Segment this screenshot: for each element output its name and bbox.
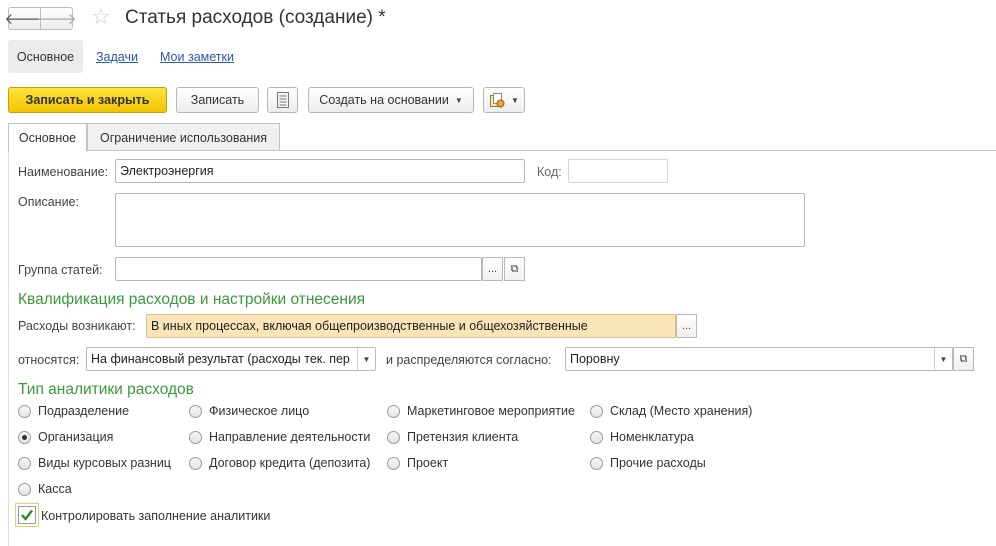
radio-button-icon (18, 404, 31, 418)
radio-button-icon (18, 482, 31, 496)
radio-button-icon (590, 430, 603, 444)
panel-border (8, 150, 9, 546)
control-label: Контролировать заполнение аналитики (41, 509, 271, 523)
favorite-star-icon[interactable]: ☆ (91, 4, 111, 30)
radio-label: Физическое лицо (209, 404, 310, 418)
analytics-radio-option[interactable]: Проект (387, 456, 448, 470)
control-checkbox[interactable] (18, 506, 36, 524)
tab-main[interactable]: Основное (8, 123, 87, 152)
radio-label: Склад (Место хранения) (610, 404, 753, 418)
forward-button[interactable]: 🡒 (36, 7, 77, 30)
radio-button-icon (18, 430, 31, 444)
save-and-close-button[interactable]: Записать и закрыть (8, 87, 167, 113)
radio-button-icon (387, 404, 400, 418)
radio-label: Организация (38, 430, 114, 444)
analytics-title: Тип аналитики расходов (18, 381, 194, 398)
distributed-select[interactable]: Поровну (565, 347, 953, 371)
chevron-down-icon[interactable]: ▼ (934, 348, 952, 370)
radio-button-icon (387, 430, 400, 444)
chevron-down-icon: ▼ (454, 95, 463, 105)
radio-label: Подразделение (38, 404, 130, 418)
radio-label: Касса (38, 482, 72, 496)
create-based-on-label: Создать на основании (319, 93, 449, 107)
report-button[interactable] (267, 87, 298, 113)
expenses-arise-select-button[interactable]: ... (676, 314, 697, 338)
radio-label: Направление деятельности (209, 430, 371, 444)
radio-label: Прочие расходы (610, 456, 706, 470)
relates-label: относятся: (18, 353, 80, 367)
print-document-icon (490, 93, 505, 108)
analytics-radio-option[interactable]: Подразделение (18, 404, 129, 418)
distributed-open-button[interactable]: ⧉ (953, 347, 974, 371)
section-notes-link[interactable]: Мои заметки (160, 50, 234, 64)
chevron-down-icon: ▼ (511, 95, 519, 105)
expenses-arise-field[interactable]: В иных процессах, включая общепроизводст… (146, 314, 676, 338)
radio-button-icon (387, 456, 400, 470)
analytics-radio-option[interactable]: Направление деятельности (189, 430, 370, 444)
description-label: Описание: (18, 195, 79, 209)
section-main[interactable]: Основное (8, 40, 83, 73)
radio-label: Договор кредита (депозита) (209, 456, 371, 470)
expenses-arise-label: Расходы возникают: (18, 319, 136, 333)
tab-divider (8, 150, 996, 151)
radio-button-icon (590, 456, 603, 470)
analytics-radio-option[interactable]: Претензия клиента (387, 430, 518, 444)
relates-select[interactable]: На финансовый результат (расходы тек. пе… (86, 347, 376, 371)
page-title: Статья расходов (создание) * (125, 7, 386, 28)
radio-label: Проект (407, 456, 449, 470)
save-button[interactable]: Записать (176, 87, 259, 113)
analytics-radio-option[interactable]: Номенклатура (590, 430, 694, 444)
create-based-on-button[interactable]: Создать на основании ▼ (308, 87, 474, 113)
tab-restriction[interactable]: Ограничение использования (87, 123, 280, 151)
open-window-icon: ⧉ (510, 262, 519, 275)
ellipsis-icon: ... (487, 263, 498, 275)
analytics-radio-option[interactable]: Маркетинговое мероприятие (387, 404, 575, 418)
radio-button-icon (189, 430, 202, 444)
document-list-icon (276, 92, 289, 108)
group-field[interactable] (115, 257, 482, 281)
radio-button-icon (189, 404, 202, 418)
group-select-button[interactable]: ... (482, 257, 503, 281)
radio-button-icon (189, 456, 202, 470)
print-menu-button[interactable]: ▼ (483, 87, 525, 113)
radio-label: Претензия клиента (407, 430, 519, 444)
distributed-label: и распределяются согласно: (386, 353, 552, 367)
radio-button-icon (590, 404, 603, 418)
arrow-right-icon: 🡒 (36, 11, 77, 28)
analytics-radio-option[interactable]: Прочие расходы (590, 456, 706, 470)
analytics-radio-option[interactable]: Физическое лицо (189, 404, 309, 418)
radio-selected-dot (22, 434, 27, 440)
ellipsis-icon: ... (681, 320, 692, 332)
code-field[interactable] (568, 159, 668, 183)
name-field[interactable]: Электроэнергия (115, 159, 525, 183)
radio-label: Номенклатура (610, 430, 694, 444)
code-label: Код: (537, 165, 562, 179)
radio-button-icon (18, 456, 31, 470)
chevron-down-icon[interactable]: ▼ (357, 348, 375, 370)
group-open-button[interactable]: ⧉ (504, 257, 525, 281)
analytics-radio-option[interactable]: Склад (Место хранения) (590, 404, 752, 418)
radio-label: Маркетинговое мероприятие (407, 404, 575, 418)
analytics-radio-option[interactable]: Касса (18, 482, 72, 496)
name-label: Наименование: (18, 165, 109, 179)
description-field[interactable] (115, 193, 805, 247)
analytics-radio-option[interactable]: Организация (18, 430, 113, 444)
checkmark-icon (21, 509, 33, 521)
analytics-radio-option[interactable]: Договор кредита (депозита) (189, 456, 370, 470)
radio-label: Виды курсовых разниц (38, 456, 171, 470)
group-label: Группа статей: (18, 263, 103, 277)
analytics-radio-option[interactable]: Виды курсовых разниц (18, 456, 171, 470)
open-window-icon: ⧉ (959, 352, 968, 365)
section-tasks-link[interactable]: Задачи (96, 50, 138, 64)
qualification-title: Квалификация расходов и настройки отнесе… (18, 291, 366, 308)
